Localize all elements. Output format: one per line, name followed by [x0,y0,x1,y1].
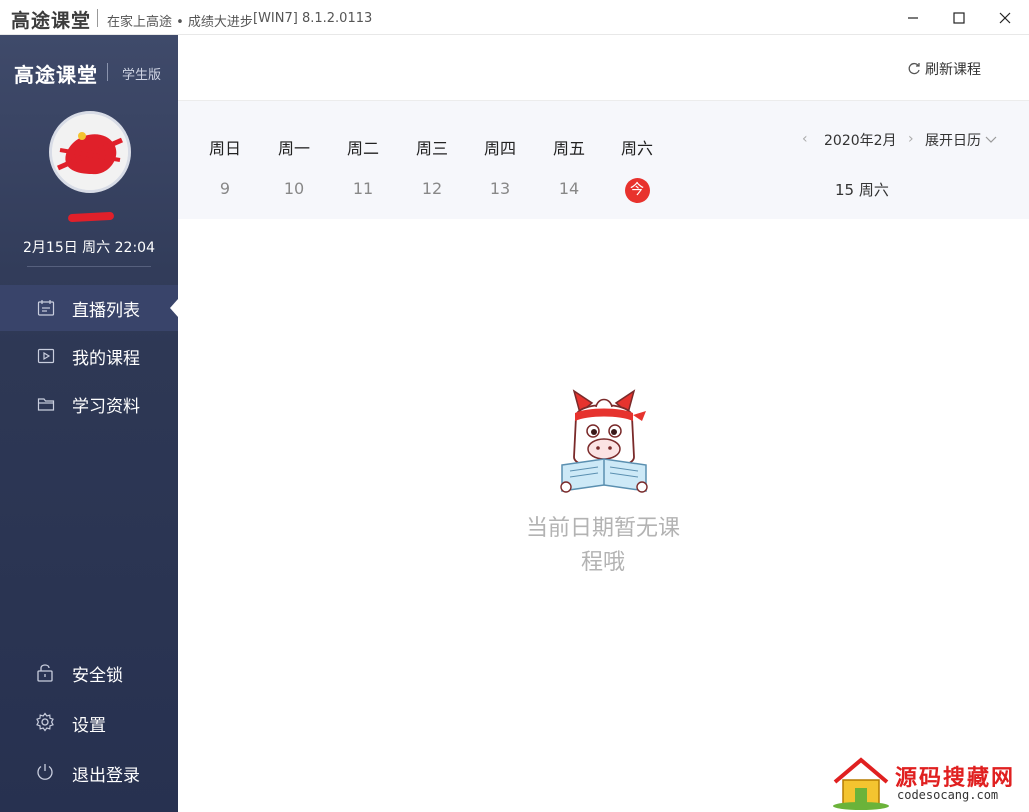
sidebar: 高途课堂 学生版 2月15日 周六 22:04 直播列表 我的课程 学习资料 安… [0,35,178,812]
settings-label: 设置 [72,716,106,736]
day-monday[interactable]: 周一 10 [264,101,324,201]
date-number: 9 [219,179,231,198]
close-button[interactable] [982,2,1028,34]
weekday-label: 周日 [208,139,241,158]
mascot-reading-icon [560,389,648,493]
prev-month-chevron-left-icon[interactable]: ‹ [802,131,808,147]
empty-message: 当前日期暂无课 程哦 [498,512,708,580]
folder-icon [37,398,55,411]
house-logo-icon [833,757,889,810]
title-bar: 高途课堂 在家上高途 • 成绩大进步 [WIN7] 8.1.2.0113 [0,0,1029,35]
refresh-courses-button[interactable]: 刷新课程 [907,59,981,79]
gear-icon [36,712,54,732]
sidebar-item-study-materials[interactable]: 学习资料 [0,381,178,427]
date-number: 10 [283,179,305,198]
minimize-button[interactable] [890,2,936,34]
refresh-label: 刷新课程 [925,62,981,78]
expand-calendar-label: 展开日历 [925,133,981,149]
day-wednesday[interactable]: 周三 12 [402,101,462,201]
weekday-label: 周五 [552,139,585,158]
sidebar-item-label: 我的课程 [72,348,140,369]
sidebar-item-live-list[interactable]: 直播列表 [0,285,178,331]
minimize-icon [908,17,918,19]
sidebar-item-my-courses[interactable]: 我的课程 [0,333,178,379]
redacted-username [67,211,115,223]
day-tuesday[interactable]: 周二 11 [333,101,393,201]
sidebar-item-label: 直播列表 [72,300,140,321]
avatar[interactable] [49,111,131,193]
sidebar-brand: 高途课堂 [14,63,98,87]
empty-message-line2: 程哦 [580,550,625,575]
app-slogan: 在家上高途 • 成绩大进步 [107,15,253,30]
maximize-icon [953,12,965,24]
brand-separator [107,63,108,81]
day-friday[interactable]: 周五 14 [539,101,599,201]
day-thursday[interactable]: 周四 13 [470,101,530,201]
day-sunday[interactable]: 周日 9 [195,101,255,201]
settings-button[interactable]: 设置 [0,702,178,742]
expand-calendar-button[interactable]: 展开日历 [925,130,997,150]
watermark-url: codesocang.com [897,788,999,802]
day-saturday-today[interactable]: 周六 今 [607,101,667,203]
empty-state: 当前日期暂无课 程哦 [178,219,1029,812]
logout-button[interactable]: 退出登录 [0,752,178,792]
logout-label: 退出登录 [72,766,140,786]
redacted-avatar-image [52,114,128,190]
calendar-icon [37,300,55,316]
weekday-label: 周一 [277,139,310,158]
date-number: 14 [558,179,580,198]
security-lock-label: 安全锁 [72,666,123,686]
app-version: [WIN7] 8.1.2.0113 [253,11,373,26]
date-number: 12 [421,179,443,198]
selected-date: 15 周六 [835,181,889,199]
weekday-label: 周二 [346,139,379,158]
empty-message-line1: 当前日期暂无课 [525,516,680,541]
main-panel: 刷新课程 周日 9 周一 10 周二 11 周三 12 周四 13 周五 14 … [178,35,1029,812]
today-badge: 今 [624,178,650,203]
weekday-label: 周三 [415,139,448,158]
current-month: 2020年2月 [824,133,897,149]
security-lock-button[interactable]: 安全锁 [0,652,178,692]
sidebar-item-label: 学习资料 [72,396,140,417]
date-number: 11 [352,179,374,198]
power-icon [37,764,53,780]
current-datetime: 2月15日 周六 22:04 [23,240,155,256]
title-separator [97,9,98,27]
sidebar-divider [27,266,151,267]
main-topbar: 刷新课程 [178,35,1029,101]
video-icon [37,348,55,364]
weekday-label: 周四 [483,139,516,158]
chevron-down-icon [985,136,997,143]
watermark: 源码搜藏网 codesocang.com [829,754,1025,810]
date-number: 13 [489,179,511,198]
edition-label: 学生版 [122,68,162,83]
close-icon [999,12,1011,24]
app-logo: 高途课堂 [11,10,92,32]
lock-icon [37,664,53,682]
maximize-button[interactable] [936,2,982,34]
refresh-icon [908,62,920,75]
next-month-chevron-right-icon[interactable]: › [908,131,914,147]
weekday-label: 周六 [620,139,653,158]
week-calendar: 周日 9 周一 10 周二 11 周三 12 周四 13 周五 14 周六 今 … [178,101,1029,219]
